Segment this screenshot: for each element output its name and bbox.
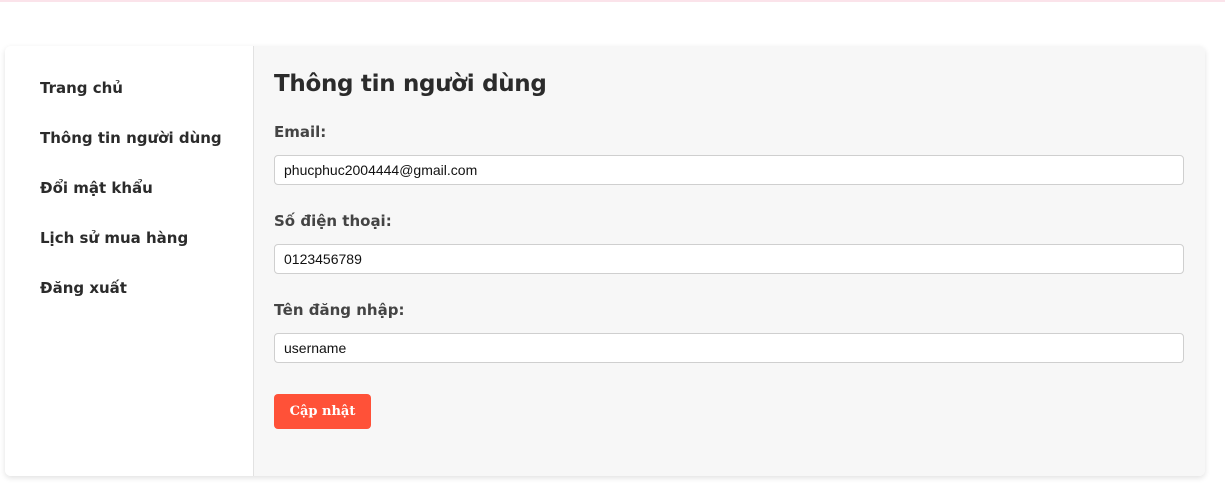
username-label: Tên đăng nhập: (274, 301, 405, 319)
email-label: Email: (274, 123, 327, 141)
top-divider (0, 0, 1225, 2)
username-field[interactable] (274, 333, 1184, 363)
phone-field[interactable] (274, 244, 1184, 274)
sidebar-item-home[interactable]: Trang chủ (5, 76, 253, 126)
sidebar: Trang chủ Thông tin người dùng Đổi mật k… (5, 46, 254, 476)
main-content: Thông tin người dùng Email: Số điện thoạ… (254, 46, 1205, 476)
sidebar-item-order-history[interactable]: Lịch sử mua hàng (5, 226, 253, 276)
phone-label: Số điện thoại: (274, 212, 392, 230)
sidebar-item-user-info[interactable]: Thông tin người dùng (5, 126, 253, 176)
email-field[interactable] (274, 155, 1184, 185)
sidebar-item-change-password[interactable]: Đổi mật khẩu (5, 176, 253, 226)
update-button[interactable]: Cập nhật (274, 394, 371, 429)
page-title: Thông tin người dùng (274, 71, 547, 97)
sidebar-item-logout[interactable]: Đăng xuất (5, 276, 253, 326)
profile-card: Trang chủ Thông tin người dùng Đổi mật k… (5, 46, 1205, 476)
